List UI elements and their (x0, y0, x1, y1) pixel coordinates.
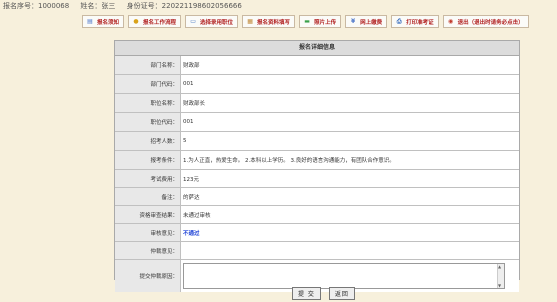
field-value (181, 242, 519, 259)
field-value: 5 (181, 132, 519, 150)
field-label: 职位代码： (115, 113, 181, 131)
exit-icon: ◉ (447, 18, 454, 25)
online-payment-button[interactable]: ¥ 网上缴费 (345, 15, 388, 28)
panel-title: 报名详细信息 (115, 41, 519, 56)
select-position-button[interactable]: ▭ 选择录用职位 (185, 15, 239, 28)
detail-row-position-code: 职位代码： 001 (115, 113, 519, 132)
submit-button[interactable]: 提 交 (292, 287, 321, 300)
applicant-info: 报名序号：1000068 姓名：张三 身份证号：2202211986020566… (3, 1, 251, 11)
detail-row-remarks: 备注： 的萨达 (115, 188, 519, 206)
applicant-name: 姓名：张三 (80, 2, 116, 10)
notice-button[interactable]: ▤ 报名须知 (82, 15, 125, 28)
exit-button[interactable]: ◉ 退出（退出时请务必点击） (442, 15, 529, 28)
field-label: 备注： (115, 188, 181, 205)
detail-row-review-opinion: 审核意见： 不通过 (115, 224, 519, 242)
notice-icon: ▤ (87, 18, 93, 25)
position-icon: ▭ (190, 18, 196, 25)
detail-row-requirements: 报考条件： 1.为人正直，热爱生命。 2.本科以上学历。 3.良好的语言沟通能力… (115, 151, 519, 170)
textarea-scrollbar[interactable] (497, 264, 504, 288)
online-payment-label: 网上缴费 (360, 19, 383, 26)
photo-upload-button[interactable]: ▬ 照片上传 (299, 15, 342, 28)
notice-label: 报名须知 (97, 19, 120, 26)
print-ticket-label: 打印准考证 (406, 19, 434, 26)
print-ticket-button[interactable]: ⎙ 打印准考证 (391, 15, 439, 28)
exit-label: 退出（退出时请务必点击） (457, 19, 524, 26)
field-label: 提交仲裁原因： (115, 260, 181, 292)
field-value: 财政部 (181, 56, 519, 74)
workflow-icon: ● (133, 18, 139, 25)
field-label: 部门名称： (115, 56, 181, 74)
field-label: 招考人数： (115, 132, 181, 150)
nav-toolbar: ▤ 报名须知 ● 报名工作流程 ▭ 选择录用职位 ▦ 报名资料填写 ▬ 照片上传… (82, 15, 529, 31)
field-value: 财政部长 (181, 94, 519, 112)
action-buttons: 提 交 返回 (292, 287, 355, 300)
appeal-reason-textarea[interactable] (183, 263, 505, 289)
field-label: 部门代码： (115, 75, 181, 93)
field-label: 资格审查结果： (115, 206, 181, 223)
select-position-label: 选择录用职位 (200, 19, 234, 26)
field-label: 职位名称： (115, 94, 181, 112)
field-value: 的萨达 (181, 188, 519, 205)
registration-details-panel: 报名详细信息 部门名称： 财政部 部门代码： 001 职位名称： 财政部长 职位… (114, 40, 520, 292)
photo-upload-label: 照片上传 (314, 19, 337, 26)
form-icon: ▦ (247, 18, 253, 25)
field-label: 审核意见： (115, 224, 181, 241)
detail-row-department-name: 部门名称： 财政部 (115, 56, 519, 75)
registration-number: 报名序号：1000068 (3, 2, 70, 10)
detail-row-position-name: 职位名称： 财政部长 (115, 94, 519, 113)
detail-row-review-result: 资格审查结果： 未通过审核 (115, 206, 519, 224)
print-icon: ⎙ (396, 17, 402, 25)
fill-form-label: 报名资料填写 (257, 19, 291, 26)
field-value: 123元 (181, 170, 519, 187)
field-value: 001 (181, 75, 519, 93)
payment-icon: ¥ (350, 18, 356, 25)
field-value: 001 (181, 113, 519, 131)
fill-form-button[interactable]: ▦ 报名资料填写 (242, 15, 296, 28)
id-number: 身份证号：220221198602056666 (126, 2, 242, 10)
detail-row-exam-fee: 考试费用： 123元 (115, 170, 519, 188)
field-value: 1.为人正直，热爱生命。 2.本科以上学历。 3.良好的语言沟通能力，有团队合作… (181, 151, 519, 169)
photo-icon: ▬ (304, 18, 310, 25)
field-label: 报考条件： (115, 151, 181, 169)
workflow-button[interactable]: ● 报名工作流程 (128, 15, 182, 28)
detail-row-recruit-count: 招考人数： 5 (115, 132, 519, 151)
detail-row-department-code: 部门代码： 001 (115, 75, 519, 94)
review-opinion-value: 不通过 (181, 224, 519, 241)
detail-row-arbitration-opinion: 仲裁意见： (115, 242, 519, 260)
field-label: 仲裁意见： (115, 242, 181, 259)
field-value: 未通过审核 (181, 206, 519, 223)
workflow-label: 报名工作流程 (143, 19, 177, 26)
field-label: 考试费用： (115, 170, 181, 187)
back-button[interactable]: 返回 (328, 287, 355, 300)
